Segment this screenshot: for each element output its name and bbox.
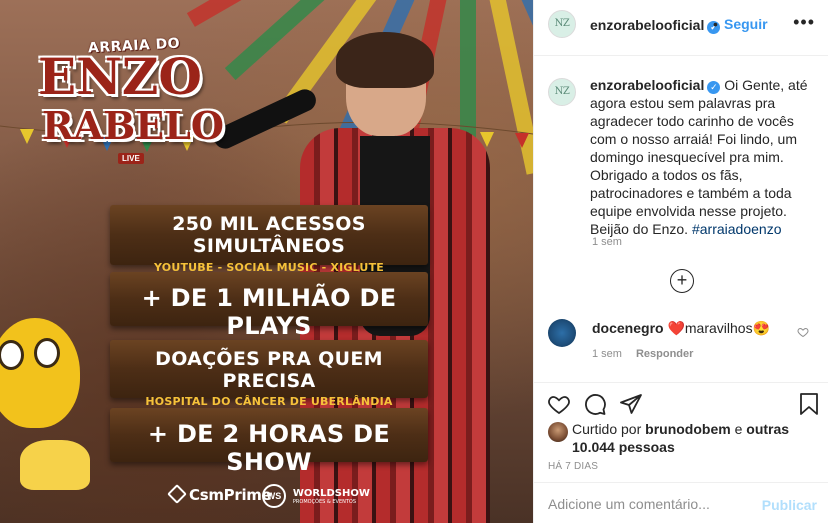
plank-headline: + DE 2 HORAS DE SHOW bbox=[147, 420, 391, 476]
plank-headline: DOAÇÕES PRA QUEM PRECISA bbox=[155, 348, 383, 392]
sponsor-tagline: PROMOÇÕES & EVENTOS bbox=[292, 498, 357, 505]
plank-headline: 250 MIL ACESSOS SIMULTÂNEOS bbox=[172, 213, 366, 257]
event-logo: ARRAIA DO ENZO RABELO LIVE bbox=[34, 36, 234, 166]
liker-avatar[interactable] bbox=[548, 422, 568, 442]
post-age[interactable]: HÁ 7 DIAS bbox=[548, 461, 598, 472]
add-circle-icon[interactable]: + bbox=[670, 269, 694, 293]
likes-conjunction: e bbox=[730, 421, 747, 437]
caption-timestamp[interactable]: 1 sem bbox=[592, 236, 622, 248]
caption-avatar[interactable]: NZ bbox=[548, 78, 576, 106]
separator-dot: • bbox=[713, 16, 718, 32]
commenter-username[interactable]: docenegro bbox=[592, 320, 664, 336]
worldshow-disc-icon: WS bbox=[262, 484, 286, 508]
heart-outline-icon[interactable] bbox=[547, 392, 571, 416]
sponsor-logo-worldshow: WS WORLDSHOW PROMOÇÕES & EVENTOS bbox=[262, 484, 370, 508]
stat-plank-accesses: 250 MIL ACESSOS SIMULTÂNEOS YOUTUBE - SO… bbox=[110, 205, 428, 274]
stat-plank-duration: + DE 2 HORAS DE SHOW bbox=[110, 408, 428, 476]
reply-button[interactable]: Responder bbox=[636, 348, 693, 360]
share-icon[interactable] bbox=[619, 392, 643, 416]
header-username[interactable]: enzorabelooficial ✓ bbox=[590, 17, 721, 34]
commenter-avatar[interactable] bbox=[548, 319, 576, 347]
sponsor-logo-csmprime: CsmPrime bbox=[167, 484, 272, 504]
stat-plank-plays: + DE 1 MILHÃO DE PLAYS bbox=[110, 272, 428, 340]
plank-subline: HOSPITAL DO CÂNCER DE UBERLÂNDIA bbox=[145, 395, 393, 408]
username-text[interactable]: enzorabelooficial bbox=[590, 17, 704, 33]
follow-button[interactable]: Seguir bbox=[724, 16, 768, 32]
logo-rabelo-text: RABELO bbox=[42, 103, 224, 148]
caption-text: enzorabelooficial ✓ Oi Gente, até agora e… bbox=[590, 76, 818, 238]
add-comment-bar: Publicar bbox=[534, 482, 828, 523]
bookmark-icon[interactable] bbox=[797, 392, 821, 416]
plank-headline: + DE 1 MILHÃO DE PLAYS bbox=[141, 284, 397, 340]
comment-timestamp[interactable]: 1 sem bbox=[592, 348, 622, 360]
sponsor-name: WORLDSHOW bbox=[292, 487, 370, 499]
comment-text: docenegro ❤️maravilhos😍 bbox=[592, 320, 792, 337]
heart-outline-icon[interactable] bbox=[797, 326, 809, 338]
sponsor-name: CsmPrime bbox=[189, 486, 272, 504]
comment-icon[interactable] bbox=[583, 392, 607, 416]
likes-prefix: Curtido por bbox=[572, 421, 646, 437]
csmprime-mark-icon bbox=[167, 484, 187, 504]
logo-live-badge: LIVE bbox=[118, 153, 144, 164]
stat-plank-donations: DOAÇÕES PRA QUEM PRECISA HOSPITAL DO CÂN… bbox=[110, 340, 428, 408]
action-bar bbox=[534, 382, 828, 422]
comment-input[interactable] bbox=[548, 493, 758, 515]
verified-badge-icon: ✓ bbox=[707, 81, 721, 94]
mascot-character bbox=[0, 318, 80, 428]
post-sidebar: NZ enzorabelooficial ✓ • Seguir ••• NZ en… bbox=[533, 0, 828, 523]
likes-text: Curtido por brunodobem e outras 10.044 p… bbox=[572, 420, 822, 456]
post-image[interactable]: ARRAIA DO ENZO RABELO LIVE 250 MIL ACESS… bbox=[0, 0, 533, 523]
logo-enzo-text: ENZO bbox=[38, 47, 202, 106]
more-options-icon[interactable]: ••• bbox=[793, 12, 815, 33]
avatar[interactable]: NZ bbox=[548, 10, 576, 38]
caption-username[interactable]: enzorabelooficial bbox=[590, 77, 704, 93]
comment-meta: 1 sem Responder bbox=[592, 348, 693, 360]
mascot-shoe bbox=[20, 440, 90, 490]
comment-body: ❤️maravilhos😍 bbox=[663, 320, 771, 336]
caption-body: Oi Gente, até agora estou sem palavras p… bbox=[590, 77, 808, 237]
hashtag-link[interactable]: #arraiadoenzo bbox=[692, 221, 782, 237]
liker-username[interactable]: brunodobem bbox=[645, 421, 731, 437]
publish-button[interactable]: Publicar bbox=[762, 497, 817, 513]
post-header: NZ enzorabelooficial ✓ • Seguir ••• bbox=[534, 0, 828, 56]
